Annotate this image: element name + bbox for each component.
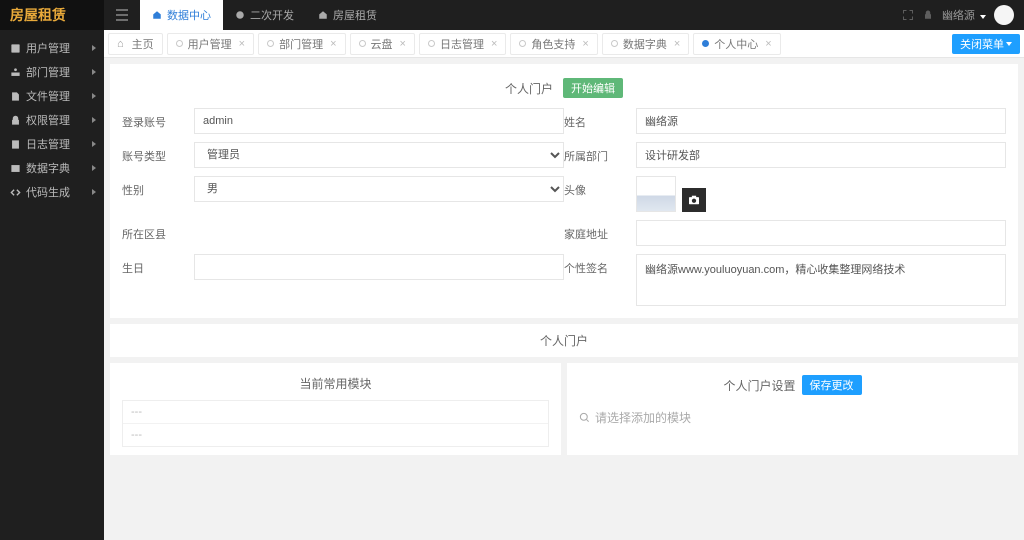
sidebar: 房屋租赁 用户管理 部门管理 文件管理 权限管理 日志管理 数据字典 代码生成 [0, 0, 104, 540]
common-modules-panel: 当前常用模块 --- --- [110, 363, 561, 455]
label-dept: 所属部门 [564, 142, 636, 164]
search-icon [579, 412, 590, 423]
profile-title: 个人门户 [505, 80, 553, 97]
topbar: 数据中心 二次开发 房屋租赁 幽络源 [104, 0, 1024, 30]
brand-logo: 房屋租赁 [0, 0, 104, 30]
code-icon [10, 187, 21, 198]
dict-icon [10, 163, 21, 174]
close-icon[interactable]: × [674, 38, 680, 50]
label-avatar: 头像 [564, 176, 636, 198]
chevron-right-icon [92, 117, 96, 123]
users-icon [10, 43, 21, 54]
tab-log[interactable]: 日志管理× [419, 33, 506, 55]
tab-users[interactable]: 用户管理× [167, 33, 254, 55]
edit-button[interactable]: 开始编辑 [563, 78, 623, 98]
nav-tab-dev[interactable]: 二次开发 [223, 0, 306, 30]
file-icon [10, 91, 21, 102]
label-acctype: 账号类型 [122, 142, 194, 164]
avatar-preview [636, 176, 676, 212]
chevron-right-icon [92, 141, 96, 147]
chevron-right-icon [92, 45, 96, 51]
list-item[interactable]: --- [123, 424, 548, 446]
close-icon[interactable]: × [400, 38, 406, 50]
sidebar-item-codegen[interactable]: 代码生成 [0, 180, 104, 204]
tab-cloud[interactable]: 云盘× [350, 33, 415, 55]
lock-icon[interactable] [922, 9, 934, 21]
upload-avatar-button[interactable] [682, 188, 706, 212]
addr-input[interactable] [636, 220, 1006, 246]
sidebar-item-log[interactable]: 日志管理 [0, 132, 104, 156]
sidebar-item-dict[interactable]: 数据字典 [0, 156, 104, 180]
label-account: 登录账号 [122, 108, 194, 130]
name-input[interactable] [636, 108, 1006, 134]
chevron-right-icon [92, 93, 96, 99]
header-username[interactable]: 幽络源 [942, 7, 986, 23]
menu-toggle-button[interactable] [104, 0, 140, 30]
common-modules-title: 当前常用模块 [122, 371, 549, 400]
close-icon[interactable]: × [582, 38, 588, 50]
close-icon[interactable]: × [330, 38, 336, 50]
chevron-down-icon [1006, 42, 1012, 46]
label-name: 姓名 [564, 108, 636, 130]
search-placeholder: 请选择添加的模块 [595, 409, 691, 426]
profile-panel: 个人门户 开始编辑 登录账号 姓名 账号类型管理员 所属部门 性别男 头像 所在… [110, 64, 1018, 318]
sign-textarea[interactable]: 幽络源www.youluoyuan.com，精心收集整理网络技术 [636, 254, 1006, 306]
tab-dept[interactable]: 部门管理× [258, 33, 345, 55]
nav-tab-datacenter[interactable]: 数据中心 [140, 0, 223, 30]
save-button[interactable]: 保存更改 [802, 375, 862, 395]
portal-settings-title: 个人门户设置 [723, 377, 795, 394]
close-icon[interactable]: × [239, 38, 245, 50]
acctype-select[interactable]: 管理员 [194, 142, 564, 168]
birthday-input[interactable] [194, 254, 564, 280]
dept-icon [10, 67, 21, 78]
chevron-down-icon [980, 15, 986, 19]
fullscreen-icon[interactable] [902, 9, 914, 21]
tab-profile[interactable]: 个人中心× [693, 33, 780, 55]
close-menu-button[interactable]: 关闭菜单 [952, 34, 1020, 54]
tab-home[interactable]: 主页 [108, 33, 163, 55]
gear-icon [235, 10, 245, 20]
content: 个人门户 开始编辑 登录账号 姓名 账号类型管理员 所属部门 性别男 头像 所在… [104, 58, 1024, 540]
avatar[interactable] [994, 5, 1014, 25]
sidebar-item-dept[interactable]: 部门管理 [0, 60, 104, 84]
dept-input[interactable] [636, 142, 1006, 168]
close-icon[interactable]: × [765, 38, 771, 50]
portal-settings-panel: 个人门户设置 保存更改 请选择添加的模块 [567, 363, 1018, 455]
label-gender: 性别 [122, 176, 194, 198]
log-icon [10, 139, 21, 150]
tab-dict[interactable]: 数据字典× [602, 33, 689, 55]
lock-icon [10, 115, 21, 126]
house-icon [318, 10, 328, 20]
sidebar-item-auth[interactable]: 权限管理 [0, 108, 104, 132]
label-addr: 家庭地址 [564, 220, 636, 242]
sidebar-item-file[interactable]: 文件管理 [0, 84, 104, 108]
close-icon[interactable]: × [491, 38, 497, 50]
module-search[interactable]: 请选择添加的模块 [579, 403, 1006, 432]
nav-tab-rental[interactable]: 房屋租赁 [306, 0, 389, 30]
list-item[interactable]: --- [123, 401, 548, 424]
account-input[interactable] [194, 108, 564, 134]
chevron-right-icon [92, 165, 96, 171]
tab-role[interactable]: 角色支持× [510, 33, 597, 55]
sidebar-item-users[interactable]: 用户管理 [0, 36, 104, 60]
label-district: 所在区县 [122, 220, 194, 242]
sidebar-menu: 用户管理 部门管理 文件管理 权限管理 日志管理 数据字典 代码生成 [0, 30, 104, 540]
tabbar: 主页 用户管理× 部门管理× 云盘× 日志管理× 角色支持× 数据字典× 个人中… [104, 30, 1024, 58]
portal-strip: 个人门户 [110, 324, 1018, 357]
home-icon [152, 10, 162, 20]
chevron-right-icon [92, 69, 96, 75]
gender-select[interactable]: 男 [194, 176, 564, 202]
chevron-right-icon [92, 189, 96, 195]
label-birthday: 生日 [122, 254, 194, 276]
label-sign: 个性签名 [564, 254, 636, 276]
